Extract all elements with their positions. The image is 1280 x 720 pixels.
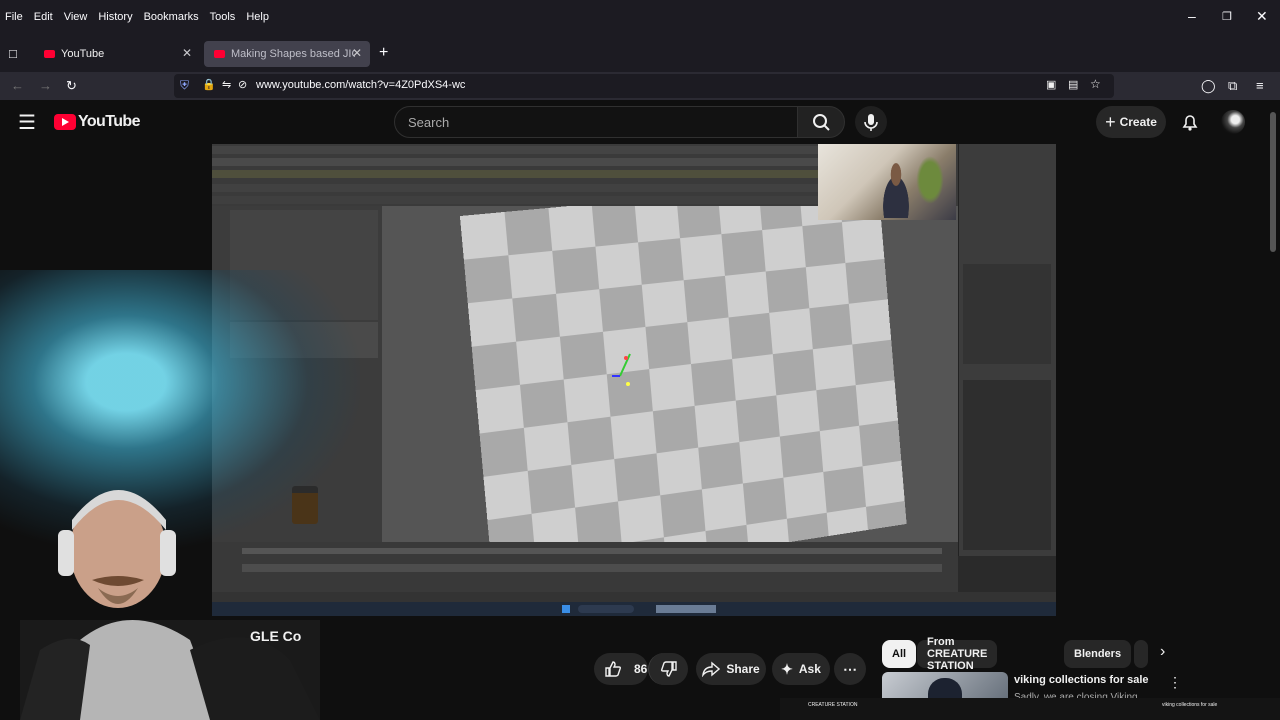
maya-viewport [382, 206, 958, 542]
thumbs-up-icon [605, 661, 622, 677]
menu-tools[interactable]: Tools [210, 11, 236, 23]
menu-help[interactable]: Help [246, 11, 269, 23]
search-button[interactable] [797, 106, 845, 138]
minimize-icon[interactable]: – [1188, 8, 1196, 24]
permissions-icon[interactable]: ⇋ [222, 78, 231, 91]
chip-all[interactable]: All [882, 640, 917, 668]
chip-from-channel[interactable]: From CREATURE STATION [917, 636, 998, 672]
plus-icon: + [1105, 111, 1116, 132]
windows-taskbar [212, 602, 1056, 616]
shield-icon[interactable]: ⛨ [180, 78, 189, 93]
url-text[interactable]: www.youtube.com/watch?v=4Z0PdXS4-wc [256, 79, 465, 91]
browser-tabbar: □ YouTube ✕ Making Shapes based JIGGLE C… [0, 34, 1280, 72]
dislike-button[interactable] [648, 653, 688, 685]
channel-name: CREATURE STATION [808, 702, 858, 708]
search-icon [813, 114, 830, 131]
tab-close-icon[interactable]: ✕ [352, 46, 362, 60]
recommended-title[interactable]: viking collections for sale [1014, 674, 1149, 686]
share-icon [702, 661, 721, 677]
search-input[interactable]: Search [394, 106, 798, 138]
checker-plane [459, 206, 907, 542]
tab-list-icon[interactable]: □ [9, 46, 17, 61]
back-icon[interactable]: ← [11, 78, 24, 93]
tab-label: Making Shapes based JIGGLE Cl [231, 48, 355, 60]
lock-icon[interactable]: 🔒 [202, 78, 216, 91]
ask-label: Ask [798, 662, 821, 676]
strip-title: viking collections for sale [1162, 702, 1218, 708]
ask-button[interactable]: ✦ Ask [772, 653, 830, 685]
menu-view[interactable]: View [64, 11, 88, 23]
microphone-icon [864, 114, 878, 131]
tab-label: YouTube [61, 48, 105, 60]
tab-video[interactable]: Making Shapes based JIGGLE Cl ✕ [204, 41, 370, 67]
browser-navbar: ← → ↻ ⛨ 🔒 ⇋ ⊘ www.youtube.com/watch?v=4Z… [0, 72, 1280, 100]
voice-search-button[interactable] [855, 106, 887, 138]
create-label: Create [1119, 115, 1157, 129]
search-placeholder: Search [408, 115, 450, 130]
youtube-header: ☰ YouTube Search + Create [0, 100, 1280, 144]
tab-youtube[interactable]: YouTube ✕ [34, 41, 200, 67]
menu-history[interactable]: History [98, 11, 132, 23]
restore-icon[interactable]: ❐ [1222, 10, 1232, 23]
youtube-play-icon [54, 114, 76, 130]
browser-menubar: File Edit View History Bookmarks Tools H… [0, 0, 1280, 34]
youtube-favicon-icon [44, 50, 55, 58]
extensions-icon[interactable]: ⧉ [1228, 78, 1237, 94]
chevron-right-icon[interactable]: › [1160, 643, 1165, 661]
youtube-logo[interactable]: YouTube [54, 113, 140, 131]
menu-file[interactable]: File [5, 11, 23, 23]
notifications-bell-icon[interactable] [1180, 112, 1200, 132]
create-button[interactable]: + Create [1096, 106, 1166, 138]
share-button[interactable]: Share [696, 653, 766, 685]
avatar[interactable] [1221, 110, 1245, 134]
more-vertical-icon[interactable]: ⋮ [1168, 674, 1182, 691]
hamburger-menu-icon[interactable]: ☰ [18, 110, 36, 135]
share-label: Share [726, 662, 760, 676]
bottom-preview-strip: CREATURE STATION viking collections for … [780, 698, 1280, 720]
maya-channel-box [958, 144, 1056, 556]
manipulator-gizmo-icon [612, 353, 631, 386]
bookmark-star-icon[interactable]: ☆ [1090, 77, 1101, 91]
webcam-inset [818, 144, 956, 220]
app-menu-icon[interactable]: ≡ [1256, 78, 1264, 93]
reload-icon[interactable]: ↻ [66, 78, 77, 94]
new-tab-icon[interactable]: + [379, 44, 388, 62]
menu-edit[interactable]: Edit [34, 11, 53, 23]
account-icon[interactable]: ◯ [1201, 78, 1216, 94]
like-count: 86 [634, 662, 648, 676]
video-title: GLE Co [250, 628, 302, 644]
youtube-logo-text: YouTube [78, 113, 140, 130]
forward-icon[interactable]: → [39, 78, 52, 93]
more-horizontal-icon: ⋯ [843, 660, 857, 677]
more-actions-button[interactable]: ⋯ [834, 653, 866, 685]
like-button[interactable]: 86 [594, 653, 648, 685]
thumbs-down-icon [660, 661, 677, 677]
page-scrollbar[interactable] [1270, 112, 1276, 252]
window-close-icon[interactable]: ✕ [1256, 8, 1268, 25]
reader-view-icon[interactable]: ▤ [1068, 78, 1078, 91]
autoplay-blocked-icon[interactable]: ⊘ [238, 78, 247, 91]
youtube-favicon-icon [214, 50, 225, 58]
chip-blenders[interactable]: Blenders [1064, 640, 1132, 668]
picture-in-picture-icon[interactable]: ▣ [1046, 78, 1056, 91]
url-bar[interactable]: ⛨ 🔒 ⇋ ⊘ www.youtube.com/watch?v=4Z0PdXS4… [174, 74, 1114, 98]
menu-bookmarks[interactable]: Bookmarks [144, 11, 199, 23]
streamer-webcam [20, 490, 320, 720]
sparkle-icon: ✦ [781, 660, 793, 677]
tab-close-icon[interactable]: ✕ [182, 46, 192, 60]
